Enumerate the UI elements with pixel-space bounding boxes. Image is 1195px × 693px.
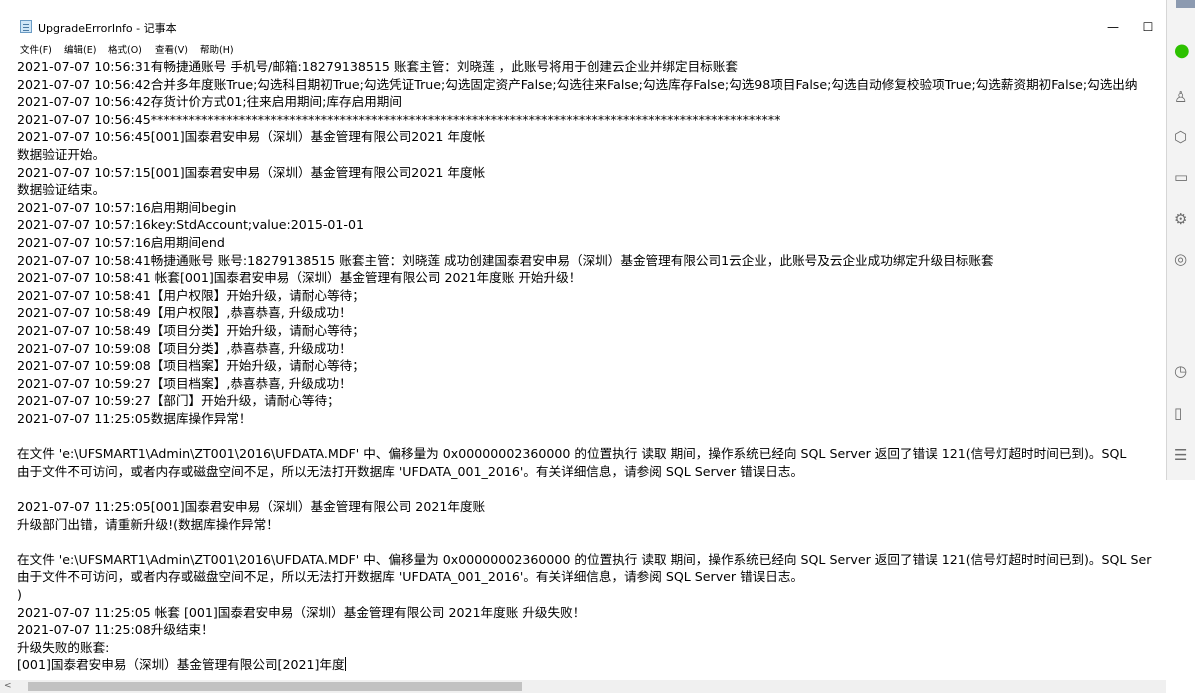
clock-icon[interactable]: ◷	[1174, 360, 1195, 382]
wechat-icon[interactable]: ●	[1174, 40, 1195, 62]
menu-format[interactable]: 格式(O)	[108, 42, 142, 56]
text-line: 2021-07-07 10:56:45*********************…	[17, 111, 781, 127]
text-line: [001]国泰君安申易（深圳）基金管理有限公司[2021]年度	[17, 657, 346, 673]
text-line: 升级失败的账套:	[17, 639, 110, 655]
text-caret	[344, 657, 346, 672]
text-line: 2021-07-07 10:57:16启用期间begin	[17, 199, 237, 215]
text-line: 由于文件不可访问，或者内存或磁盘空间不足，所以无法打开数据库 'UFDATA_0…	[17, 569, 804, 585]
user-icon[interactable]: ♙	[1174, 86, 1195, 108]
menu-bar: 文件(F) 编辑(E) 格式(O) 查看(V) 帮助(H)	[0, 40, 1166, 58]
text-line: 2021-07-07 10:58:41【用户权限】开始升级，请耐心等待；	[17, 287, 365, 303]
text-line: 在文件 'e:\UFSMART1\Admin\ZT001\2016\UFDATA…	[17, 446, 1127, 462]
title-bar: UpgradeErrorInfo - 记事本 — ☐	[0, 14, 1166, 40]
window-title: UpgradeErrorInfo - 记事本	[38, 22, 177, 35]
text-line: 数据验证结束。	[17, 182, 106, 198]
text-line: 升级部门出错，请重新升级!(数据库操作异常！	[17, 516, 279, 532]
gear-icon[interactable]: ⚙	[1174, 208, 1195, 230]
text-line: 2021-07-07 10:57:16key:StdAccount;value:…	[17, 217, 364, 233]
text-line: 2021-07-07 11:25:05[001]国泰君安申易（深圳）基金管理有限…	[17, 499, 486, 514]
cube-icon[interactable]: ⬡	[1174, 126, 1195, 148]
text-line: 2021-07-07 10:56:45[001]国泰君安申易（深圳）基金管理有限…	[17, 129, 486, 145]
scrollbar-thumb[interactable]	[28, 682, 522, 691]
text-line: 2021-07-07 10:59:27【项目档案】,恭喜恭喜, 升级成功！	[17, 375, 352, 391]
aperture-icon[interactable]: ◎	[1174, 248, 1195, 270]
maximize-button[interactable]: ☐	[1130, 14, 1166, 40]
text-line: 2021-07-07 10:56:42合并多年度账True;勾选科目期初True…	[17, 76, 1138, 92]
notepad-icon	[20, 20, 32, 33]
text-line: 2021-07-07 10:58:49【用户权限】,恭喜恭喜, 升级成功！	[17, 305, 352, 321]
horizontal-scrollbar[interactable]: <	[0, 680, 1166, 693]
text-line: 2021-07-07 10:56:31有畅捷通账号 手机号/邮箱:1827913…	[17, 59, 738, 74]
scroll-left-arrow-icon[interactable]: <	[4, 681, 12, 691]
notepad-window: UpgradeErrorInfo - 记事本 — ☐ 文件(F) 编辑(E) 格…	[0, 0, 1166, 693]
text-line: 2021-07-07 10:59:27【部门】开始升级，请耐心等待；	[17, 393, 340, 409]
text-line: 2021-07-07 10:57:16启用期间end	[17, 235, 225, 250]
text-line: 由于文件不可访问，或者内存或磁盘空间不足，所以无法打开数据库 'UFDATA_0…	[17, 463, 804, 479]
side-panel-background	[1166, 480, 1195, 693]
text-line: 2021-07-07 10:58:41 帐套[001]国泰君安申易（深圳）基金管…	[17, 270, 582, 286]
text-line: 2021-07-07 10:58:41畅捷通账号 账号:18279138515 …	[17, 252, 994, 268]
menu-edit[interactable]: 编辑(E)	[64, 42, 96, 56]
text-line: 2021-07-07 11:25:05数据库操作异常！	[17, 411, 252, 426]
text-line: 2021-07-07 11:25:05 帐套 [001]国泰君安申易（深圳）基金…	[17, 604, 586, 620]
text-line: 2021-07-07 10:59:08【项目分类】,恭喜恭喜, 升级成功！	[17, 340, 352, 356]
text-line: 2021-07-07 11:25:08升级结束！	[17, 622, 214, 638]
folder-icon[interactable]: ▭	[1174, 166, 1195, 188]
text-line: )	[17, 587, 22, 602]
text-line: 2021-07-07 10:58:49【项目分类】开始升级，请耐心等待；	[17, 323, 365, 338]
avatar[interactable]	[1176, 0, 1195, 8]
menu-icon[interactable]: ☰	[1174, 444, 1195, 466]
side-toolbar: ● ♙ ⬡ ▭ ⚙ ◎ ◷ ▯ ☰	[1166, 0, 1195, 480]
phone-icon[interactable]: ▯	[1174, 402, 1195, 424]
text-line: 数据验证开始。	[17, 147, 106, 162]
text-editor-area[interactable]: 2021-07-07 10:56:31有畅捷通账号 手机号/邮箱:1827913…	[0, 58, 1166, 680]
menu-help[interactable]: 帮助(H)	[200, 42, 234, 56]
text-line: 2021-07-07 10:57:15[001]国泰君安申易（深圳）基金管理有限…	[17, 164, 486, 180]
menu-file[interactable]: 文件(F)	[20, 42, 52, 56]
menu-view[interactable]: 查看(V)	[155, 42, 188, 56]
text-line: 2021-07-07 10:59:08【项目档案】开始升级，请耐心等待；	[17, 358, 365, 374]
text-line: 2021-07-07 10:56:42存货计价方式01;往来启用期间;库存启用期…	[17, 94, 402, 110]
text-line: 在文件 'e:\UFSMART1\Admin\ZT001\2016\UFDATA…	[17, 551, 1152, 567]
